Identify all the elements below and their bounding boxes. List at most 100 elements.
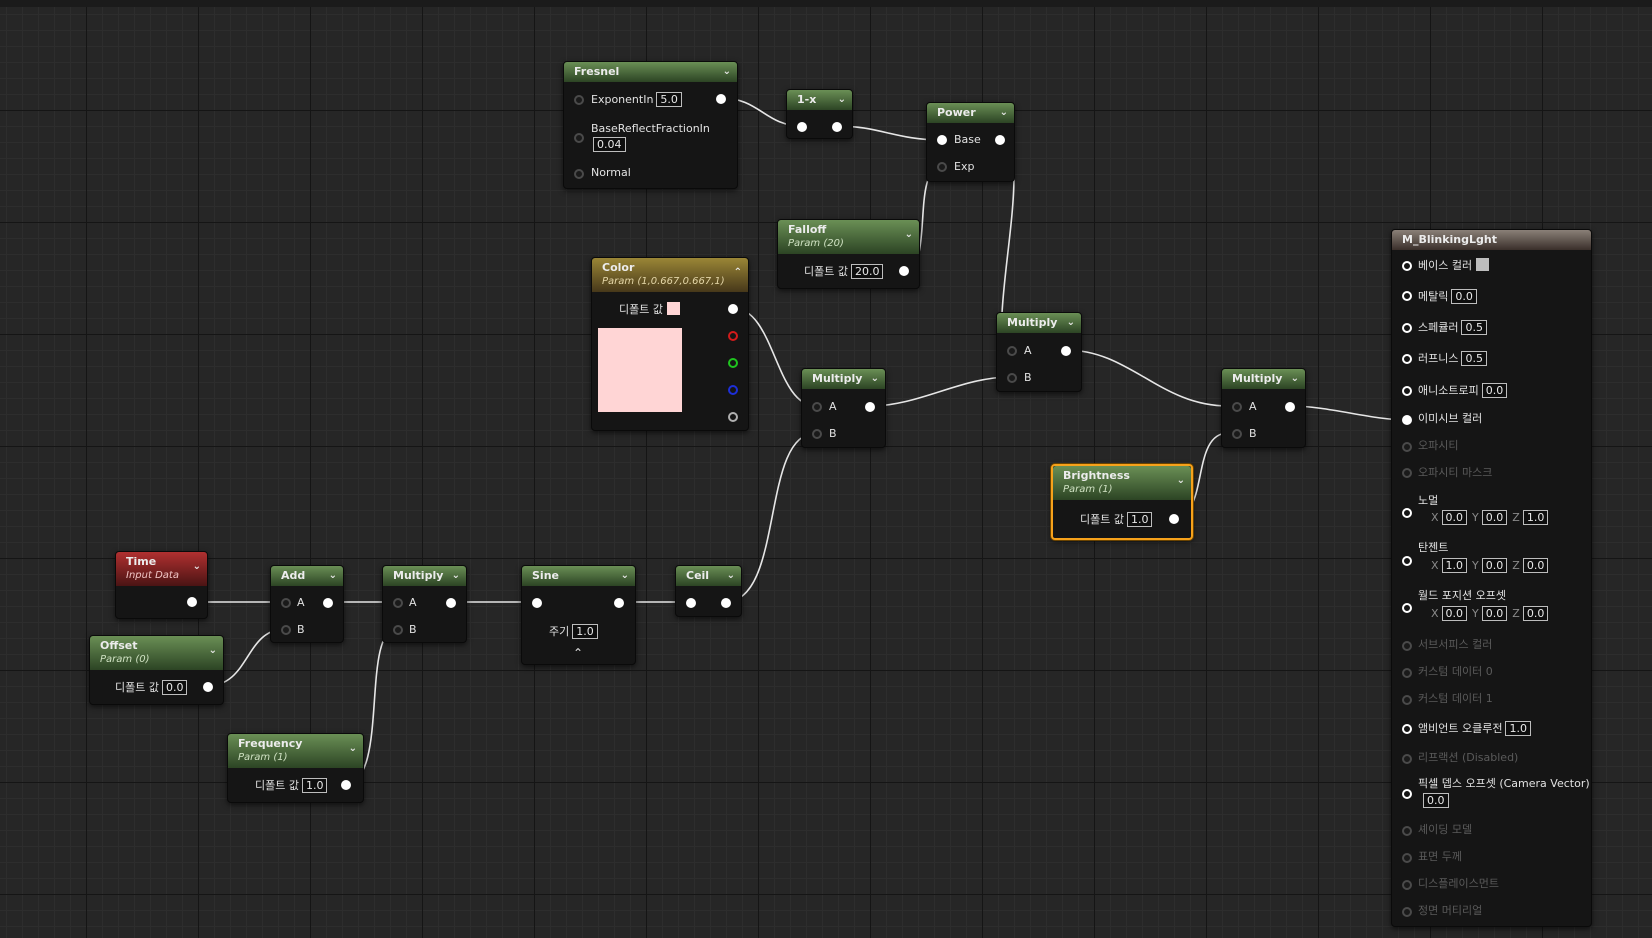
wpo-z-value[interactable]: 0.0 xyxy=(1522,606,1549,621)
frequency-node[interactable]: Frequency Param (1) ⌄ 디폴트 값 1.0 xyxy=(227,733,364,803)
multiply-mid-header[interactable]: Multiply ⌄ xyxy=(997,313,1081,333)
exponent-in-pin[interactable] xyxy=(574,95,584,105)
color-header[interactable]: Color Param (1,0.667,0.667,1) ⌃ xyxy=(592,258,748,292)
wpo-y-value[interactable]: 0.0 xyxy=(1481,606,1508,621)
brightness-node[interactable]: Brightness Param (1) ⌄ 디폴트 값 1.0 xyxy=(1051,464,1193,540)
multiply-time-output-pin[interactable] xyxy=(446,598,456,608)
brightness-default-value[interactable]: 1.0 xyxy=(1126,512,1153,527)
exponent-in-value[interactable]: 5.0 xyxy=(656,92,682,107)
ao-pin[interactable] xyxy=(1402,724,1412,734)
pdo-value[interactable]: 0.0 xyxy=(1423,793,1449,808)
one-minus-header[interactable]: 1-x ⌄ xyxy=(787,90,852,110)
chevron-down-icon[interactable]: ⌄ xyxy=(723,62,731,82)
chevron-down-icon[interactable]: ⌄ xyxy=(1067,313,1075,333)
falloff-output-pin[interactable] xyxy=(899,266,909,276)
tangent-x-value[interactable]: 1.0 xyxy=(1441,558,1468,573)
chevron-down-icon[interactable]: ⌄ xyxy=(209,644,217,658)
offset-output-pin[interactable] xyxy=(203,682,213,692)
pdo-pin[interactable] xyxy=(1402,789,1412,799)
one-minus-node[interactable]: 1-x ⌄ xyxy=(786,89,853,139)
ceil-node[interactable]: Ceil ⌄ xyxy=(675,565,742,617)
power-header[interactable]: Power ⌄ xyxy=(927,103,1014,123)
wpo-x-value[interactable]: 0.0 xyxy=(1441,606,1468,621)
multiply-color-header[interactable]: Multiply ⌄ xyxy=(802,369,885,389)
multiply-time-b-pin[interactable] xyxy=(393,625,403,635)
fresnel-output-pin[interactable] xyxy=(716,94,726,104)
chevron-down-icon[interactable]: ⌄ xyxy=(1000,103,1008,123)
ceil-input-pin[interactable] xyxy=(686,598,696,608)
normal-x-value[interactable]: 0.0 xyxy=(1441,510,1468,525)
base-color-swatch[interactable] xyxy=(1476,258,1490,271)
time-output-pin[interactable] xyxy=(187,597,197,607)
multiply-mid-a-pin[interactable] xyxy=(1007,346,1017,356)
material-header[interactable]: M_BlinkingLght xyxy=(1392,230,1591,250)
normal-y-value[interactable]: 0.0 xyxy=(1481,510,1508,525)
add-a-pin[interactable] xyxy=(281,598,291,608)
brightness-output-pin[interactable] xyxy=(1169,514,1179,524)
chevron-down-icon[interactable]: ⌄ xyxy=(905,228,913,242)
color-rgb-output-pin[interactable] xyxy=(728,304,738,314)
multiply-color-node[interactable]: Multiply ⌄ A B xyxy=(801,368,886,448)
base-reflect-pin[interactable] xyxy=(574,133,584,143)
time-header[interactable]: Time Input Data ⌄ xyxy=(116,552,207,586)
offset-default-value[interactable]: 0.0 xyxy=(161,680,188,695)
anisotropy-value[interactable]: 0.0 xyxy=(1481,383,1508,398)
offset-node[interactable]: Offset Param (0) ⌄ 디폴트 값 0.0 xyxy=(89,635,224,705)
multiply-mid-output-pin[interactable] xyxy=(1061,346,1071,356)
offset-header[interactable]: Offset Param (0) ⌄ xyxy=(90,636,223,670)
color-node[interactable]: Color Param (1,0.667,0.667,1) ⌃ 디폴트 값 xyxy=(591,257,749,431)
time-node[interactable]: Time Input Data ⌄ xyxy=(115,551,208,619)
normal-z-value[interactable]: 1.0 xyxy=(1522,510,1549,525)
chevron-down-icon[interactable]: ⌄ xyxy=(727,566,735,586)
chevron-down-icon[interactable]: ⌄ xyxy=(329,566,337,586)
emissive-pin[interactable] xyxy=(1402,415,1412,425)
multiply-color-b-pin[interactable] xyxy=(812,429,822,439)
ceil-header[interactable]: Ceil ⌄ xyxy=(676,566,741,586)
color-a-output-pin[interactable] xyxy=(728,412,738,422)
specular-value[interactable]: 0.5 xyxy=(1461,320,1487,335)
multiply-out-b-pin[interactable] xyxy=(1232,429,1242,439)
material-result-node[interactable]: M_BlinkingLght 베이스 컬러 메탈릭 0.0 스페큘러 0.5 러프니… xyxy=(1391,229,1592,927)
base-color-pin[interactable] xyxy=(1402,261,1412,271)
brightness-header[interactable]: Brightness Param (1) ⌄ xyxy=(1053,466,1191,500)
multiply-time-node[interactable]: Multiply ⌄ A B xyxy=(382,565,467,643)
chevron-down-icon[interactable]: ⌄ xyxy=(452,566,460,586)
color-b-output-pin[interactable] xyxy=(728,385,738,395)
color-default-swatch[interactable] xyxy=(666,302,680,315)
power-output-pin[interactable] xyxy=(995,135,1005,145)
multiply-mid-node[interactable]: Multiply ⌄ A B xyxy=(996,312,1082,392)
falloff-header[interactable]: Falloff Param (20) ⌄ xyxy=(778,220,919,254)
wpo-pin[interactable] xyxy=(1402,603,1412,613)
frequency-header[interactable]: Frequency Param (1) ⌄ xyxy=(228,734,363,768)
multiply-time-header[interactable]: Multiply ⌄ xyxy=(383,566,466,586)
multiply-out-a-pin[interactable] xyxy=(1232,402,1242,412)
frequency-default-value[interactable]: 1.0 xyxy=(301,778,328,793)
power-exp-pin[interactable] xyxy=(937,162,947,172)
base-reflect-value[interactable]: 0.04 xyxy=(593,137,626,152)
sine-node[interactable]: Sine ⌄ 주기 1.0 ⌃ xyxy=(521,565,636,665)
multiply-time-a-pin[interactable] xyxy=(393,598,403,608)
chevron-down-icon[interactable]: ⌄ xyxy=(838,90,846,110)
ao-value[interactable]: 1.0 xyxy=(1505,721,1531,736)
chevron-down-icon[interactable]: ⌄ xyxy=(193,560,201,574)
chevron-down-icon[interactable]: ⌄ xyxy=(621,566,629,586)
multiply-mid-b-pin[interactable] xyxy=(1007,373,1017,383)
add-header[interactable]: Add ⌄ xyxy=(271,566,343,586)
sine-output-pin[interactable] xyxy=(614,598,624,608)
sine-header[interactable]: Sine ⌄ xyxy=(522,566,635,586)
multiply-out-node[interactable]: Multiply ⌄ A B xyxy=(1221,368,1306,448)
normal-pin[interactable] xyxy=(574,169,584,179)
chevron-up-icon[interactable]: ⌃ xyxy=(734,266,742,280)
color-r-output-pin[interactable] xyxy=(728,331,738,341)
falloff-node[interactable]: Falloff Param (20) ⌄ 디폴트 값 20.0 xyxy=(777,219,920,289)
multiply-color-a-pin[interactable] xyxy=(812,402,822,412)
ceil-output-pin[interactable] xyxy=(721,598,731,608)
chevron-down-icon[interactable]: ⌄ xyxy=(1291,369,1299,389)
metallic-pin[interactable] xyxy=(1402,291,1412,301)
sine-input-pin[interactable] xyxy=(532,598,542,608)
one-minus-output-pin[interactable] xyxy=(832,122,842,132)
fresnel-node[interactable]: Fresnel ⌄ ExponentIn 5.0 BaseReflectFracti… xyxy=(563,61,738,189)
metallic-value[interactable]: 0.0 xyxy=(1451,289,1477,304)
sine-period-value[interactable]: 1.0 xyxy=(572,624,598,639)
frequency-output-pin[interactable] xyxy=(341,780,351,790)
